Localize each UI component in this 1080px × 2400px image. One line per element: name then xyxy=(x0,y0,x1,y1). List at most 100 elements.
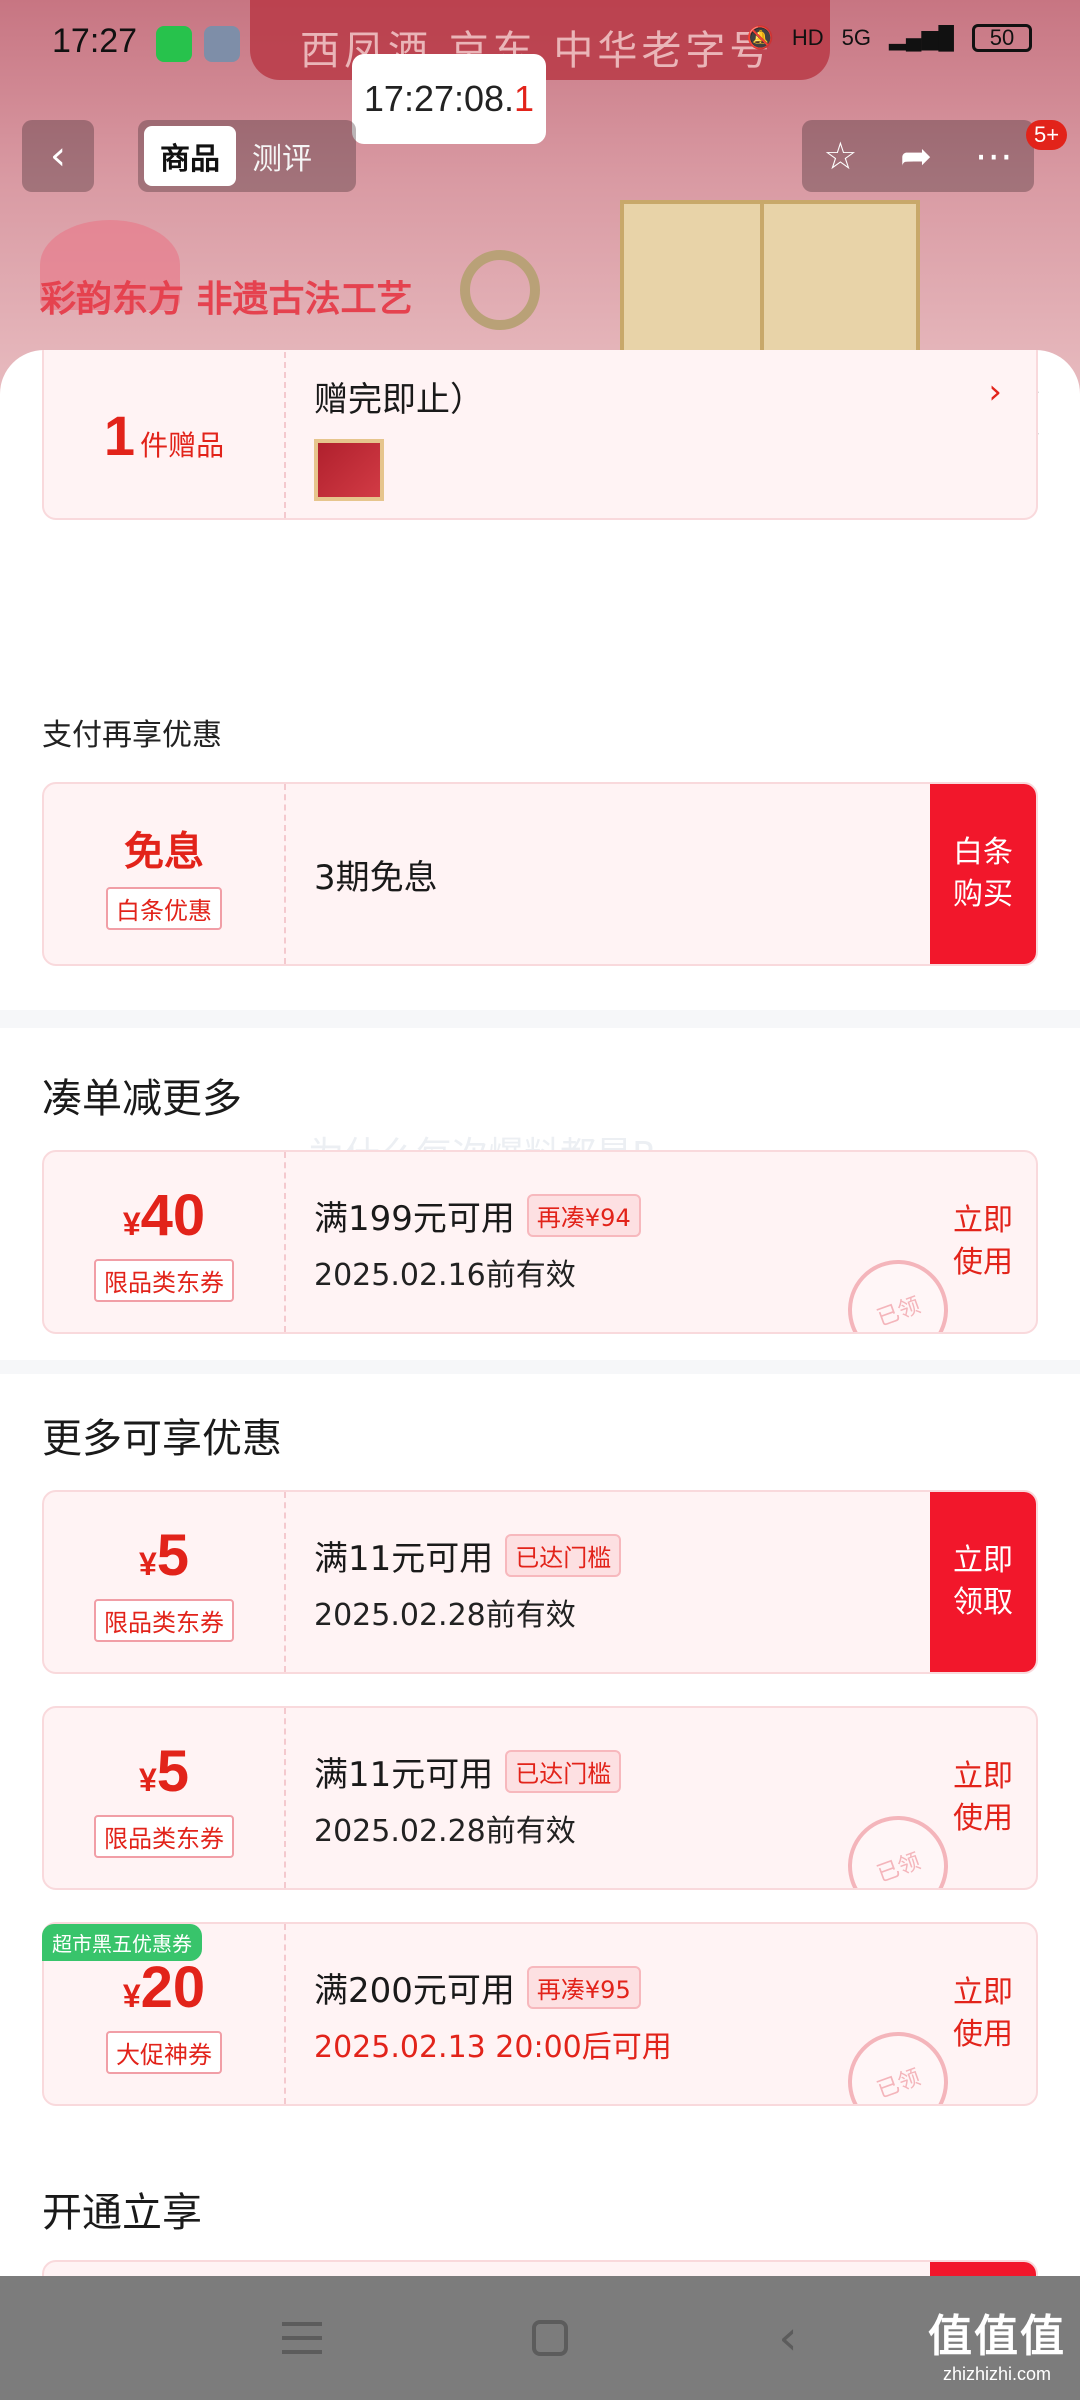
baitiao-tag: 白条优惠 xyxy=(106,886,222,930)
section-divider xyxy=(0,1010,1080,1028)
network-label: 5G xyxy=(841,25,871,50)
tab-product[interactable]: 商品 xyxy=(144,126,236,186)
yen-symbol: ¥ xyxy=(122,1978,141,2014)
battery-level: 50 xyxy=(989,25,1015,50)
coupon-valid: 2025.02.28前有效 xyxy=(314,1813,576,1849)
notification-badge: 5+ xyxy=(1026,120,1068,150)
coupon-condition: 满11元可用 xyxy=(314,1538,494,1579)
gift-count-unit: 件赠品 xyxy=(140,428,225,462)
menu-icon[interactable] xyxy=(282,2322,323,2354)
gift-card-body: 赠完即止） xyxy=(314,350,484,518)
signal-icon: ▂▄▆█ xyxy=(888,25,954,50)
promotion-sheet: 优惠 1 件赠品 赠完即止） › 支付再享优惠 免息 白条优惠 3期免息 白条购… xyxy=(0,350,1080,2276)
coupon-amount: 40 xyxy=(140,1183,206,1248)
coupon-tag: 大促神券 xyxy=(106,2031,222,2074)
gift-count: 1 xyxy=(103,403,136,467)
wrench-icon xyxy=(204,26,240,62)
coupon-valid: 2025.02.13 20:00后可用 xyxy=(314,2029,672,2065)
coupon-card-left: ¥40 限品类东券 xyxy=(44,1152,286,1332)
baitiao-card: 免息 白条优惠 3期免息 白条 购买 xyxy=(42,782,1038,966)
tab-review[interactable]: 测评 xyxy=(236,126,328,186)
coupon-condition-row: 满199元可用 再凑¥94 xyxy=(314,1191,641,1240)
coupon-amount-row: ¥40 xyxy=(123,1182,205,1249)
coupon-card-body: 满11元可用 已达门槛 2025.02.28前有效 xyxy=(314,1492,622,1672)
coupon-pill: 再凑¥94 xyxy=(526,1193,641,1237)
pay-section-title: 支付再享优惠 xyxy=(42,718,222,753)
coupon-amount-row: ¥20 xyxy=(123,1954,205,2021)
coupon-pill: 已达门槛 xyxy=(505,1533,622,1577)
coupon-card: ¥40 限品类东券 满199元可用 再凑¥94 2025.02.16前有效 已领 … xyxy=(42,1150,1038,1334)
use-now-button[interactable]: 立即 使用 xyxy=(930,1924,1036,2104)
status-time: 17:27 xyxy=(52,22,138,60)
coupon-amount: 20 xyxy=(140,1955,206,2020)
open-card-partial xyxy=(42,2260,1038,2276)
site-logo-url: zhizhizhi.com xyxy=(942,2364,1052,2384)
mute-icon: 🔕 xyxy=(746,25,774,50)
product-ring-image xyxy=(460,250,540,330)
nav-actions: ☆ ➦ ⋯ xyxy=(802,120,1034,192)
clock-main: 17:27:08. xyxy=(363,78,515,119)
coupon-card: ¥5 限品类东券 满11元可用 已达门槛 2025.02.28前有效 立即 领取 xyxy=(42,1490,1038,1674)
hd-icon: HD xyxy=(791,25,824,50)
home-icon[interactable] xyxy=(532,2320,569,2356)
baitiao-desc: 3期免息 xyxy=(314,857,438,898)
baitiao-card-left: 免息 白条优惠 xyxy=(44,784,286,964)
coupon-card-body: 满200元可用 再凑¥95 2025.02.13 20:00后可用 xyxy=(314,1924,672,2104)
back-button[interactable]: ‹ xyxy=(22,120,94,192)
coupon-condition-row: 满11元可用 已达门槛 xyxy=(314,1747,622,1796)
claim-now-button[interactable]: 立即 领取 xyxy=(930,1492,1036,1672)
combo-section-title: 凑单减更多 xyxy=(42,1076,242,1122)
nav-tabs: 商品 测评 xyxy=(138,120,356,192)
status-indicators: 🔕 HD 5G ▂▄▆█ 50 xyxy=(746,24,1032,52)
coupon-condition: 满200元可用 xyxy=(314,1970,515,2011)
battery-icon: 50 xyxy=(972,24,1032,52)
coupon-tag: 限品类东券 xyxy=(94,1815,234,1858)
baitiao-buy-button[interactable]: 白条 购买 xyxy=(930,784,1036,964)
coupon-tag: 限品类东券 xyxy=(94,1599,234,1642)
coupon-valid: 2025.02.16前有效 xyxy=(314,1257,576,1293)
coupon-amount: 5 xyxy=(156,1739,190,1804)
coupon-card-left: ¥5 限品类东券 xyxy=(44,1708,286,1888)
use-now-button[interactable]: 立即 使用 xyxy=(930,1152,1036,1332)
coupon-amount: 5 xyxy=(156,1523,190,1588)
chevron-right-icon: › xyxy=(988,372,1002,412)
coupon-condition-row: 满200元可用 再凑¥95 xyxy=(314,1963,672,2012)
product-slogan: 彩韵东方 非遗古法工艺 xyxy=(40,278,413,320)
coupon-card-body: 满11元可用 已达门槛 2025.02.28前有效 xyxy=(314,1708,622,1888)
gift-text: 赠完即止） xyxy=(314,380,484,420)
coupon-tag: 限品类东券 xyxy=(94,1259,234,1302)
site-watermark-logo: 值值值 zhizhizhi.com xyxy=(928,2300,1066,2385)
coupon-card-body: 满199元可用 再凑¥94 2025.02.16前有效 xyxy=(314,1152,641,1332)
yen-symbol: ¥ xyxy=(138,1762,157,1798)
coupon-amount-row: ¥5 xyxy=(139,1522,189,1589)
more-icon[interactable]: ⋯ xyxy=(975,134,1013,178)
promo-corner-tag: 超市黑五优惠券 xyxy=(42,1924,202,1961)
coupon-valid: 2025.02.28前有效 xyxy=(314,1597,576,1633)
baitiao-card-body: 3期免息 xyxy=(314,784,438,964)
back-icon[interactable]: ‹ xyxy=(778,2310,797,2366)
open-card-button[interactable] xyxy=(930,2262,1036,2276)
use-now-button[interactable]: 立即 使用 xyxy=(930,1708,1036,1888)
star-icon[interactable]: ☆ xyxy=(823,134,857,178)
chevron-left-icon: ‹ xyxy=(50,133,66,179)
share-icon[interactable]: ➦ xyxy=(900,134,932,178)
yen-symbol: ¥ xyxy=(122,1206,141,1242)
coupon-pill: 再凑¥95 xyxy=(526,1965,641,2009)
gift-thumbnail xyxy=(314,439,384,501)
coupon-card-left: ¥5 限品类东券 xyxy=(44,1492,286,1672)
yen-symbol: ¥ xyxy=(138,1546,157,1582)
section-divider xyxy=(0,1360,1080,1374)
gift-count-row: 1 件赠品 xyxy=(104,403,224,468)
coupon-condition: 满199元可用 xyxy=(314,1198,515,1239)
gift-card[interactable]: 1 件赠品 赠完即止） › xyxy=(42,350,1038,520)
system-nav-bar: ‹ xyxy=(0,2276,1080,2400)
clock-overlay: 17:27:08. 1 xyxy=(352,54,546,144)
coupon-condition: 满11元可用 xyxy=(314,1754,494,1795)
clock-last-digit: 1 xyxy=(514,78,535,119)
site-logo-text: 值值值 xyxy=(928,2311,1066,2362)
more-section-title: 更多可享优惠 xyxy=(42,1416,282,1462)
baitiao-title: 免息 xyxy=(124,829,204,874)
coupon-condition-row: 满11元可用 已达门槛 xyxy=(314,1531,622,1580)
coupon-card: ¥5 限品类东券 满11元可用 已达门槛 2025.02.28前有效 已领 立即使… xyxy=(42,1706,1038,1890)
open-section-title: 开通立享 xyxy=(42,2190,202,2236)
